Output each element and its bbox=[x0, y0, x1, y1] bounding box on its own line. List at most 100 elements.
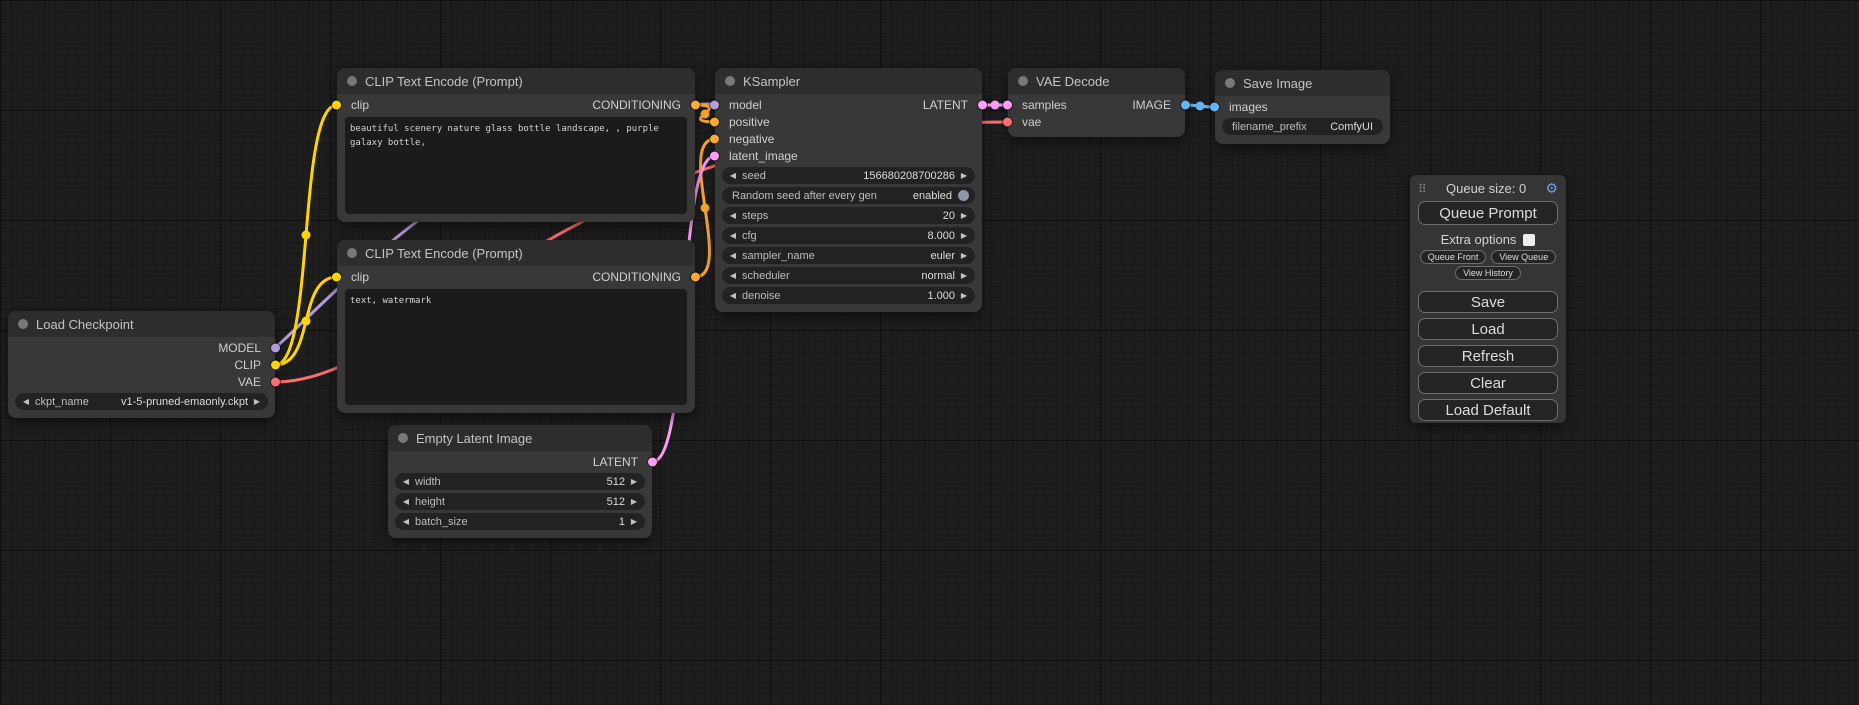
queue-prompt-button[interactable]: Queue Prompt bbox=[1418, 201, 1558, 225]
decrement-arrow-icon[interactable]: ◀ bbox=[401, 497, 411, 506]
node-title-bar[interactable]: Empty Latent Image bbox=[388, 425, 652, 451]
toggle-knob-icon[interactable] bbox=[958, 190, 969, 201]
node-clip-text-encode-positive[interactable]: CLIP Text Encode (Prompt) clip CONDITION… bbox=[337, 68, 695, 222]
output-slot-model[interactable]: MODEL bbox=[8, 339, 275, 356]
clear-button[interactable]: Clear bbox=[1418, 372, 1558, 394]
conditioning-port-icon[interactable] bbox=[691, 272, 700, 281]
collapse-dot-icon[interactable] bbox=[1018, 76, 1028, 86]
decrement-arrow-icon[interactable]: ◀ bbox=[401, 477, 411, 486]
save-button[interactable]: Save bbox=[1418, 291, 1558, 313]
conditioning-port-icon[interactable] bbox=[710, 117, 719, 126]
decrement-arrow-icon[interactable]: ◀ bbox=[728, 251, 738, 260]
queue-panel[interactable]: ⠿ Queue size: 0 ⚙ Queue Prompt Extra opt… bbox=[1410, 175, 1566, 423]
widget-cfg[interactable]: ◀ cfg 8.000 ▶ bbox=[722, 227, 975, 244]
node-graph-canvas[interactable]: Load Checkpoint MODEL CLIP VAE ◀ ckpt_na… bbox=[0, 0, 1859, 705]
input-slot-latent-image[interactable]: latent_image bbox=[715, 147, 982, 164]
input-slot-samples[interactable]: samples bbox=[1008, 96, 1185, 113]
increment-arrow-icon[interactable]: ▶ bbox=[959, 291, 969, 300]
output-slot-conditioning[interactable]: CONDITIONING bbox=[516, 96, 695, 113]
node-title-bar[interactable]: Save Image bbox=[1215, 70, 1390, 96]
increment-arrow-icon[interactable]: ▶ bbox=[959, 271, 969, 280]
increment-arrow-icon[interactable]: ▶ bbox=[629, 497, 639, 506]
node-title-bar[interactable]: KSampler bbox=[715, 68, 982, 94]
widget-steps[interactable]: ◀ steps 20 ▶ bbox=[722, 207, 975, 224]
decrement-arrow-icon[interactable]: ◀ bbox=[401, 517, 411, 526]
settings-gear-icon[interactable]: ⚙ bbox=[1545, 180, 1558, 197]
decrement-arrow-icon[interactable]: ◀ bbox=[728, 271, 738, 280]
increment-arrow-icon[interactable]: ▶ bbox=[629, 477, 639, 486]
increment-arrow-icon[interactable]: ▶ bbox=[959, 171, 969, 180]
input-slot-model[interactable]: model bbox=[715, 96, 982, 113]
decrement-arrow-icon[interactable]: ◀ bbox=[728, 171, 738, 180]
output-slot-conditioning[interactable]: CONDITIONING bbox=[516, 268, 695, 285]
model-port-icon[interactable] bbox=[710, 100, 719, 109]
input-slot-images[interactable]: images bbox=[1215, 98, 1390, 115]
collapse-dot-icon[interactable] bbox=[18, 319, 28, 329]
collapse-dot-icon[interactable] bbox=[347, 76, 357, 86]
input-slot-positive[interactable]: positive bbox=[715, 113, 982, 130]
clip-port-icon[interactable] bbox=[332, 100, 341, 109]
collapse-dot-icon[interactable] bbox=[725, 76, 735, 86]
increment-arrow-icon[interactable]: ▶ bbox=[959, 251, 969, 260]
latent-port-icon[interactable] bbox=[648, 457, 657, 466]
node-title-bar[interactable]: Load Checkpoint bbox=[8, 311, 275, 337]
node-empty-latent-image[interactable]: Empty Latent Image LATENT ◀ width 512 ▶ … bbox=[388, 425, 652, 538]
increment-arrow-icon[interactable]: ▶ bbox=[252, 397, 262, 406]
decrement-arrow-icon[interactable]: ◀ bbox=[728, 231, 738, 240]
node-save-image[interactable]: Save Image images filename_prefix ComfyU… bbox=[1215, 70, 1390, 144]
input-slot-vae[interactable]: vae bbox=[1008, 113, 1185, 130]
refresh-button[interactable]: Refresh bbox=[1418, 345, 1558, 367]
node-title-bar[interactable]: CLIP Text Encode (Prompt) bbox=[337, 68, 695, 94]
decrement-arrow-icon[interactable]: ◀ bbox=[728, 291, 738, 300]
prompt-textarea[interactable]: text, watermark bbox=[345, 289, 687, 405]
vae-port-icon[interactable] bbox=[1003, 117, 1012, 126]
widget-scheduler[interactable]: ◀ scheduler normal ▶ bbox=[722, 267, 975, 284]
widget-random-seed-toggle[interactable]: Random seed after every gen enabled bbox=[722, 187, 975, 204]
latent-port-icon[interactable] bbox=[710, 151, 719, 160]
load-button[interactable]: Load bbox=[1418, 318, 1558, 340]
output-slot-latent[interactable]: LATENT bbox=[388, 453, 652, 470]
widget-seed[interactable]: ◀ seed 156680208700286 ▶ bbox=[722, 167, 975, 184]
queue-front-button[interactable]: Queue Front bbox=[1420, 250, 1487, 264]
widget-height[interactable]: ◀ height 512 ▶ bbox=[395, 493, 645, 510]
decrement-arrow-icon[interactable]: ◀ bbox=[21, 397, 31, 406]
widget-batch-size[interactable]: ◀ batch_size 1 ▶ bbox=[395, 513, 645, 530]
latent-port-icon[interactable] bbox=[1003, 100, 1012, 109]
prompt-textarea[interactable]: beautiful scenery nature glass bottle la… bbox=[345, 117, 687, 214]
clip-port-icon[interactable] bbox=[271, 360, 280, 369]
collapse-dot-icon[interactable] bbox=[1225, 78, 1235, 88]
node-vae-decode[interactable]: VAE Decode IMAGE samples vae bbox=[1008, 68, 1185, 137]
collapse-dot-icon[interactable] bbox=[398, 433, 408, 443]
node-ksampler[interactable]: KSampler LATENT model positive negative … bbox=[715, 68, 982, 312]
clip-port-icon[interactable] bbox=[332, 272, 341, 281]
output-slot-vae[interactable]: VAE bbox=[8, 373, 275, 390]
model-port-icon[interactable] bbox=[271, 343, 280, 352]
input-slot-clip[interactable]: clip bbox=[337, 268, 516, 285]
view-queue-button[interactable]: View Queue bbox=[1491, 250, 1556, 264]
conditioning-port-icon[interactable] bbox=[691, 100, 700, 109]
input-slot-negative[interactable]: negative bbox=[715, 130, 982, 147]
conditioning-port-icon[interactable] bbox=[710, 134, 719, 143]
widget-denoise[interactable]: ◀ denoise 1.000 ▶ bbox=[722, 287, 975, 304]
view-history-button[interactable]: View History bbox=[1455, 266, 1521, 280]
image-port-icon[interactable] bbox=[1210, 102, 1219, 111]
decrement-arrow-icon[interactable]: ◀ bbox=[728, 211, 738, 220]
widget-width[interactable]: ◀ width 512 ▶ bbox=[395, 473, 645, 490]
vae-port-icon[interactable] bbox=[271, 377, 280, 386]
node-load-checkpoint[interactable]: Load Checkpoint MODEL CLIP VAE ◀ ckpt_na… bbox=[8, 311, 275, 418]
collapse-dot-icon[interactable] bbox=[347, 248, 357, 258]
node-title-bar[interactable]: CLIP Text Encode (Prompt) bbox=[337, 240, 695, 266]
increment-arrow-icon[interactable]: ▶ bbox=[959, 211, 969, 220]
widget-sampler-name[interactable]: ◀ sampler_name euler ▶ bbox=[722, 247, 975, 264]
output-slot-clip[interactable]: CLIP bbox=[8, 356, 275, 373]
widget-ckpt-name[interactable]: ◀ ckpt_name v1-5-pruned-emaonly.ckpt ▶ bbox=[15, 393, 268, 410]
node-clip-text-encode-negative[interactable]: CLIP Text Encode (Prompt) clip CONDITION… bbox=[337, 240, 695, 413]
input-slot-clip[interactable]: clip bbox=[337, 96, 516, 113]
load-default-button[interactable]: Load Default bbox=[1418, 399, 1558, 421]
increment-arrow-icon[interactable]: ▶ bbox=[959, 231, 969, 240]
drag-handle-icon[interactable]: ⠿ bbox=[1418, 182, 1427, 196]
extra-options-checkbox[interactable] bbox=[1523, 234, 1535, 246]
increment-arrow-icon[interactable]: ▶ bbox=[629, 517, 639, 526]
widget-filename-prefix[interactable]: filename_prefix ComfyUI bbox=[1222, 118, 1383, 135]
node-title-bar[interactable]: VAE Decode bbox=[1008, 68, 1185, 94]
